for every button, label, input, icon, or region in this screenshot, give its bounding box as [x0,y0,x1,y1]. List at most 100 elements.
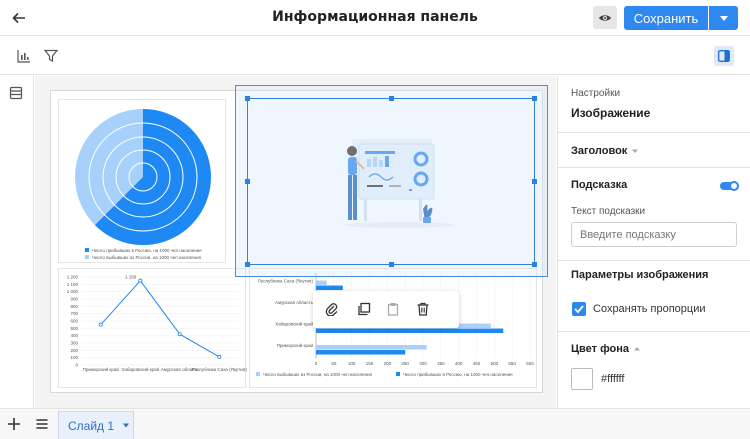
y-tick-label: Хабаровский край [275,321,313,327]
series-line [100,279,220,358]
copy-button[interactable] [357,302,373,318]
y-tick-label: 1 200 [67,275,79,280]
resize-handle-top-left[interactable] [245,96,250,101]
keep-proportions-label: Сохранять пропорции [593,303,706,315]
x-tick-label: Республика Саха (Якутия) [192,367,247,372]
chart-icon [17,50,30,63]
resize-handle-bottom-left[interactable] [245,262,250,267]
x-tick-label: Приморский край [83,366,120,372]
x-tick-label: 300 [419,361,427,366]
resize-handle-left[interactable] [245,179,250,184]
preview-button[interactable] [593,6,617,29]
line-chart: 0 100 200 300 400 500 600 700 800 900 1 000 1 100 1 … [67,275,247,373]
plus-icon [8,418,20,430]
x-tick-label: 400 [455,361,463,366]
paste-button[interactable] [386,302,402,318]
x-tick-label: 0 [315,361,318,366]
bar [316,285,343,291]
paperclip-icon [325,303,338,317]
x-tick-label: Хабаровский край [121,366,159,372]
tooltip-text-input[interactable] [571,222,737,247]
bg-color-value: #ffffff [601,373,625,385]
bar-chart: 0 50 100 150 200 250 300 350 400 450 500 550 600 Респ… [256,273,534,377]
x-tick-label: 150 [366,361,374,366]
x-tick-label: 600 [526,361,534,366]
data-point [217,354,222,359]
save-button[interactable]: Сохранить [624,6,708,30]
resize-handle-right[interactable] [532,179,537,184]
tooltip-toggle[interactable] [720,181,739,191]
resize-handle-top-right[interactable] [532,96,537,101]
y-tick-label: 1 100 [67,282,79,287]
y-tick-label: 500 [70,326,78,331]
x-tick-label: 200 [384,361,392,366]
trash-icon [417,302,429,316]
settings-caption: Настройки [571,88,621,99]
image-params-section-label: Параметры изображения [571,269,709,281]
data-point [98,322,103,327]
line-chart-widget[interactable]: 0 100 200 300 400 500 600 700 800 900 1 000 1 100 1 … [58,268,247,388]
tooltip-section-label: Подсказка [571,179,628,191]
side-panel-icon [718,50,730,62]
y-tick-label: 300 [70,341,78,346]
slides-list-button[interactable] [35,417,51,433]
copy-icon [358,302,371,316]
y-tick-label: 900 [70,297,78,302]
y-tick-label: 700 [70,311,78,316]
legend-swatch [256,372,260,376]
y-tick-label: 100 [70,355,78,360]
eye-icon [599,14,611,21]
x-tick-label: 250 [401,361,409,366]
chevron-down-icon [632,149,639,153]
chart-type-button[interactable] [14,46,34,66]
resize-handle-top[interactable] [389,96,394,101]
image-widget[interactable] [249,99,537,263]
add-slide-button[interactable] [7,417,23,433]
toggle-side-panel-button[interactable] [714,46,734,66]
bar [316,350,406,355]
legend-label: Число выбывших из России, на 1000 чел.на… [263,372,373,377]
legend-label: Число выбывших из России, на 1000 чел.на… [92,255,202,260]
chevron-down-icon [719,15,728,21]
header-section-toggle[interactable]: Заголовок [571,142,746,160]
pie-chart-widget[interactable]: Число прибывших в Россию, на 1000 чел.на… [58,99,226,263]
resize-handle-bottom-right[interactable] [532,262,537,267]
save-options-button[interactable] [709,6,738,30]
legend-label: Число прибывших в Россию, на 1000 чел.на… [403,372,513,377]
back-button[interactable] [8,7,30,29]
settings-type-title: Изображение [571,106,651,120]
resize-handle-bottom[interactable] [389,262,394,267]
divider [558,132,750,133]
filter-icon [44,49,58,62]
illustration-image [344,139,454,228]
header: Информационная панель Сохранить [0,0,750,36]
toolbar [0,37,750,75]
tooltip-text-label: Текст подсказки [571,206,646,217]
x-tick-label: 450 [473,361,481,366]
bar-chart-widget[interactable]: 0 50 100 150 200 250 300 350 400 450 500 550 600 Респ… [249,268,537,388]
y-tick-label: 0 [75,363,78,368]
attach-button[interactable] [325,302,341,318]
list-icon [9,86,23,100]
divider [558,331,750,332]
filter-button[interactable] [41,46,61,66]
bg-color-swatch[interactable] [571,368,593,390]
menu-icon [36,419,48,429]
settings-panel: Настройки Изображение Заголовок Подсказк… [557,76,750,408]
x-tick-label: 50 [331,361,337,366]
y-tick-label: 800 [70,304,78,309]
slide-tab-label: Слайд 1 [68,418,115,433]
legend-label: Число прибывших в Россию, на 1000 чел.на… [92,248,202,253]
bg-color-section-toggle[interactable]: Цвет фона [571,341,746,357]
x-tick-label: 550 [508,361,516,366]
slide-tab[interactable]: Слайд 1 [58,411,134,439]
x-tick-label: 500 [491,361,499,366]
arrow-left-icon [12,12,25,24]
y-tick-label: 200 [70,348,78,353]
x-tick-label: 350 [437,361,445,366]
delete-button[interactable] [416,302,432,318]
divider [558,167,750,168]
chevron-up-icon [634,347,641,351]
layers-button[interactable] [9,86,25,102]
keep-proportions-checkbox[interactable] [572,302,586,316]
